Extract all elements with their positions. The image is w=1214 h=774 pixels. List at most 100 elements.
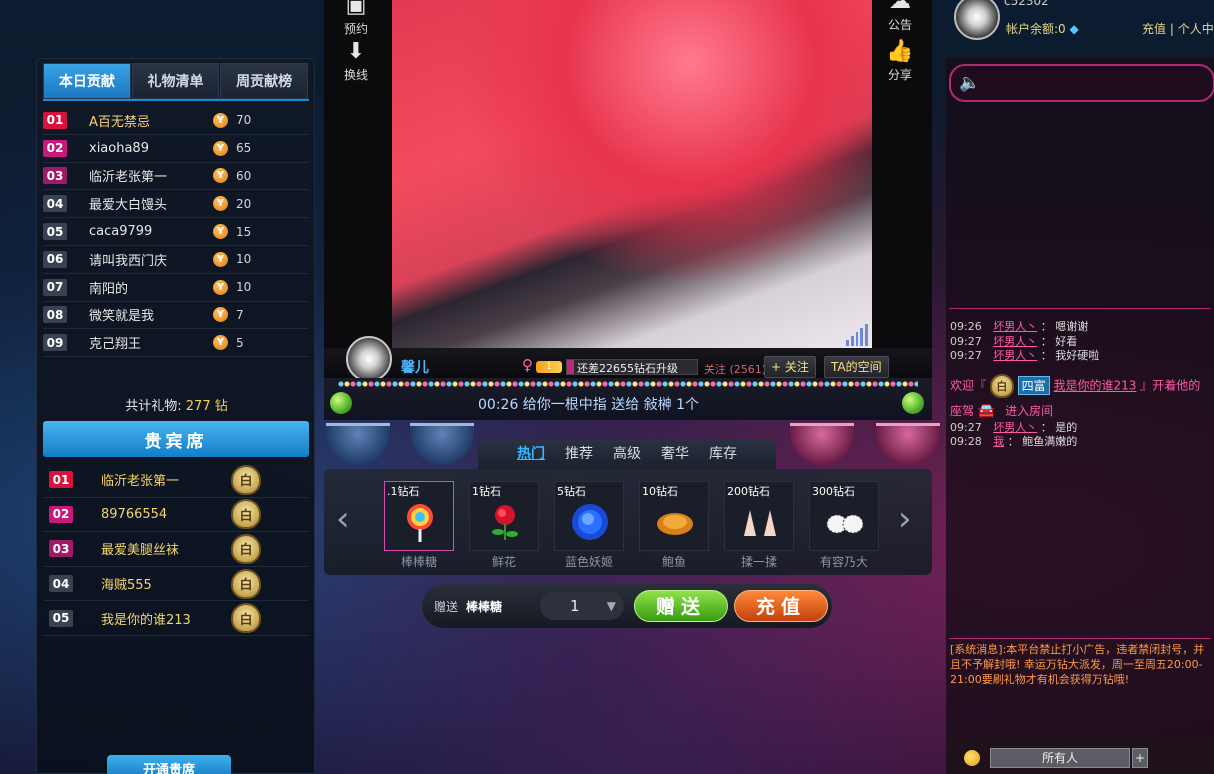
announcement-button[interactable]: ☁ 公告 [880, 0, 920, 33]
user-header: c52302 帐户余额:0 ◆ 充值 | 个人中心 [946, 0, 1214, 44]
ranking-row[interactable]: 07 南阳的 Y 10 [43, 274, 309, 302]
ranking-username[interactable]: 克己翔王 [89, 333, 209, 352]
ranking-username[interactable]: 临沂老张第一 [89, 166, 209, 185]
vip-row[interactable]: 05 我是你的谁213 白 [43, 601, 309, 636]
diamond-icon: ◆ [1069, 22, 1079, 36]
chat-recipient-select[interactable]: 所有人 [990, 748, 1130, 768]
recharge-link[interactable]: 充值 [1142, 22, 1166, 36]
vip-row[interactable]: 02 89766554 白 [43, 498, 309, 533]
vip-row[interactable]: 03 最爱美腿丝袜白 [43, 532, 309, 567]
ranking-row[interactable]: 03 临沂老张第一 Y 60 [43, 163, 309, 191]
gift-item-lollipop[interactable]: .1钻石 棒棒糖 [384, 481, 454, 570]
add-recipient-button[interactable]: + [1132, 748, 1148, 768]
emoji-icon[interactable] [964, 750, 980, 766]
tab-hot[interactable]: 热门 [509, 440, 553, 470]
vip-rank-number: 01 [49, 471, 73, 489]
gift-box[interactable]: 5钻石 [554, 481, 624, 551]
ranking-row[interactable]: 08 微笑就是我 Y 7 [43, 302, 309, 330]
ranking-row[interactable]: 05 caca9799 Y 15 [43, 218, 309, 246]
ranking-username[interactable]: A百无禁忌 [89, 111, 209, 130]
vip-badge-icon: 白 [231, 464, 261, 495]
coin-icon: Y [213, 196, 228, 212]
link-separator: | [1169, 22, 1174, 36]
gift-prev-arrow-icon[interactable]: ‹ [336, 499, 350, 539]
gift-box[interactable]: 200钻石 [724, 481, 794, 551]
follow-button[interactable]: + 关注 [764, 356, 816, 378]
system-message: [系统消息]:本平台禁止打小广告，违者禁闭封号，并且不予解封哦! 幸运万钻大派发… [950, 643, 1205, 686]
tab-inventory[interactable]: 库存 [701, 440, 745, 470]
vip-row[interactable]: 01 临沂老张第一白 [43, 463, 309, 498]
contribution-tabs: 本日贡献 礼物清单 周贡献榜 [43, 63, 309, 101]
send-gift-button[interactable]: 赠送 [634, 590, 728, 622]
ranking-username[interactable]: 请叫我西门庆 [89, 250, 209, 269]
ranking-row[interactable]: 09 克己翔王 Y 5 [43, 329, 309, 358]
welcome-message: 欢迎『 白 四富 我是你的谁213 』开着他的 座驾 🚘 进入房间 [950, 374, 1212, 419]
gift-next-arrow-icon[interactable]: › [898, 499, 912, 539]
user-avatar[interactable] [954, 0, 1000, 40]
ranking-username[interactable]: 南阳的 [89, 278, 209, 297]
vip-username[interactable]: 89766554 [101, 507, 231, 522]
welcome-car: 座驾 [950, 404, 975, 418]
vip-username[interactable]: 最爱美腿丝袜 [101, 539, 231, 558]
speaker-icon: 🔈 [959, 73, 981, 93]
lollipop-icon [407, 504, 433, 542]
vip-username[interactable]: 临沂老张第一 [101, 470, 231, 489]
vip-row[interactable]: 04 海贼555 白 [43, 567, 309, 602]
contribution-panel: 本日贡献 礼物清单 周贡献榜 01 A百无禁忌 Y 70 02 xiaoha89 Y 65 03… [36, 58, 315, 774]
broadcast-bar[interactable]: 🔈 [949, 64, 1214, 102]
gift-item-flower[interactable]: 1钻石 鲜花 [469, 481, 539, 570]
vip-seats-header: 贵宾席 [43, 421, 309, 457]
gift-box[interactable]: 300钻石 [809, 481, 879, 551]
open-vip-button[interactable]: 开通贵席 [107, 755, 231, 774]
chat-user[interactable]: 坏男人丶 [993, 349, 1037, 362]
ranking-row[interactable]: 06 请叫我西门庆 Y 10 [43, 246, 309, 274]
rich-level-badge: 四富 [1017, 375, 1050, 395]
welcome-user[interactable]: 我是你的谁213 [1054, 379, 1137, 393]
total-gifts-label: 共计礼物: [125, 399, 182, 414]
ranking-row[interactable]: 02 xiaoha89 Y 65 [43, 135, 309, 163]
ranking-row[interactable]: 01 A百无禁忌 Y 70 [43, 107, 309, 135]
tab-daily-contribution[interactable]: 本日贡献 [43, 63, 131, 99]
gift-item-abalone[interactable]: 10钻石 鲍鱼 [639, 481, 709, 570]
tab-recommended[interactable]: 推荐 [557, 440, 601, 470]
tab-advanced[interactable]: 高级 [605, 440, 649, 470]
ranking-username[interactable]: 微笑就是我 [89, 305, 209, 324]
chat-message: 09:28 我 ： 鲍鱼满嫩的 [950, 433, 1077, 449]
vip-username[interactable]: 我是你的谁213 [101, 609, 231, 628]
ranking-username[interactable]: 最爱大白馒头 [89, 194, 209, 213]
anchor-space-button[interactable]: TA的空间 [824, 356, 889, 378]
reserve-button[interactable]: ▣ 预约 [336, 0, 376, 37]
gift-quantity-select[interactable]: 1 ▼ [540, 592, 624, 620]
abalone-icon [657, 513, 693, 535]
gift-item-rub[interactable]: 200钻石 揉一揉 [724, 481, 794, 570]
chat-message: 09:26 坏男人丶 ： 嗯谢谢 [950, 318, 1088, 334]
announcement-label: 公告 [887, 18, 912, 32]
switch-line-button[interactable]: ⬇ 换线 [336, 40, 376, 83]
gift-item-blue-rose[interactable]: 5钻石 蓝色妖姬 [554, 481, 624, 570]
tab-weekly-ranking[interactable]: 周贡献榜 [220, 63, 309, 99]
ranking-username[interactable]: caca9799 [89, 224, 209, 239]
tab-luxury[interactable]: 奢华 [653, 440, 697, 470]
recharge-button[interactable]: 充值 [734, 590, 828, 622]
ranking-username[interactable]: xiaoha89 [89, 141, 209, 156]
chat-user[interactable]: 我 [993, 435, 1004, 448]
live-video[interactable] [392, 0, 872, 348]
personal-center-link[interactable]: 个人中心 [1178, 22, 1214, 36]
gift-price: 5钻石 [557, 485, 586, 498]
chat-user[interactable]: 坏男人丶 [993, 320, 1037, 333]
ranking-row[interactable]: 04 最爱大白馒头 Y 20 [43, 190, 309, 219]
share-button[interactable]: 👍 分享 [880, 40, 920, 83]
anchor-name[interactable]: 馨儿 [401, 357, 429, 377]
video-frame: ▣ 预约 ⬇ 换线 ☁ 公告 👍 分享 馨儿 ♀ 1 还差22655钻石升级 关… [324, 0, 932, 420]
balloon-icon [902, 392, 924, 414]
tab-gift-list[interactable]: 礼物清单 [131, 63, 220, 99]
coin-icon: Y [213, 279, 228, 295]
gift-price: 1钻石 [472, 485, 501, 498]
gift-item-bra[interactable]: 300钻石 有容乃大 [809, 481, 879, 570]
gift-box[interactable]: 10钻石 [639, 481, 709, 551]
vip-username[interactable]: 海贼555 [101, 574, 231, 593]
gift-box[interactable]: 1钻石 [469, 481, 539, 551]
rank-number: 06 [43, 250, 67, 268]
anchor-avatar[interactable] [346, 336, 392, 382]
gift-box[interactable]: .1钻石 [384, 481, 454, 551]
